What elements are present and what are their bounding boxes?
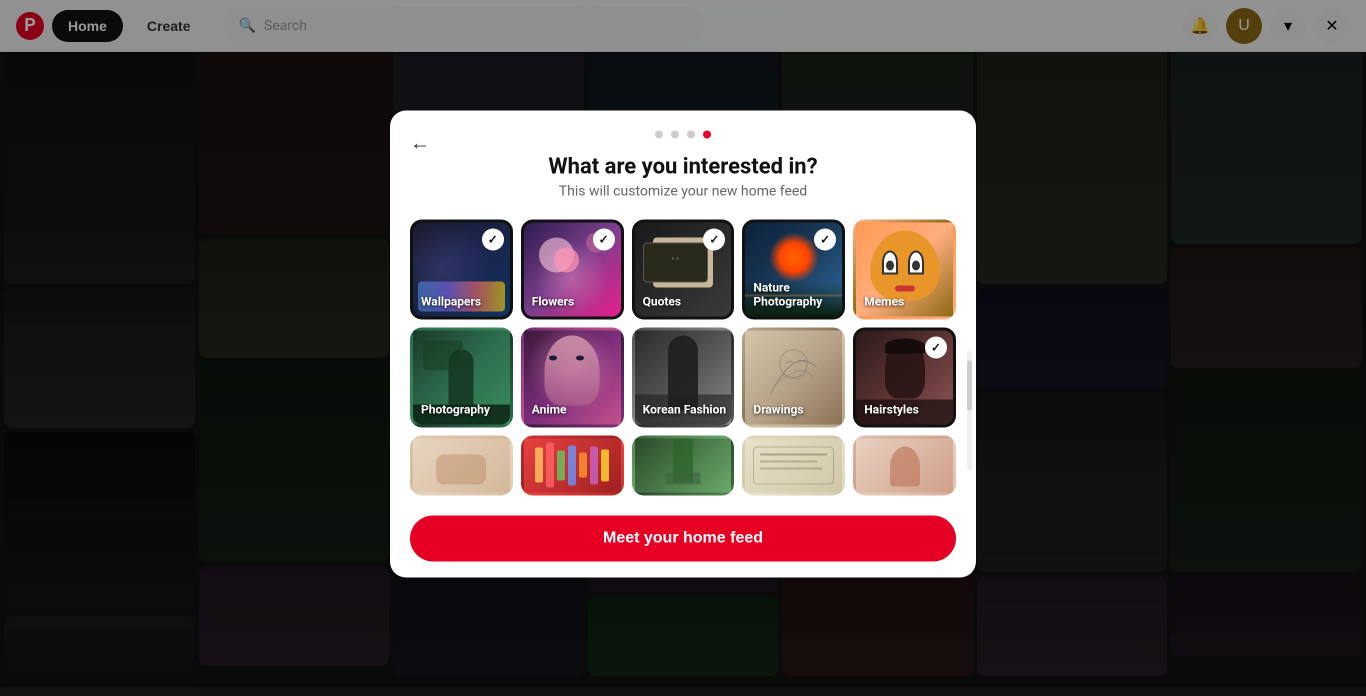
step-dot-4 (703, 130, 711, 138)
check-badge-wallpapers: ✓ (482, 228, 504, 250)
category-label-quotes: Quotes (643, 294, 681, 308)
category-label-hairstyles: Hairstyles (864, 402, 919, 416)
category-nature[interactable]: Nature Photography ✓ (742, 219, 845, 319)
category-partial-3[interactable] (632, 435, 735, 495)
step-dot-2 (671, 130, 679, 138)
category-wallpapers[interactable]: Wallpapers ✓ (410, 219, 513, 319)
step-dot-1 (655, 130, 663, 138)
step-indicators (655, 130, 711, 138)
modal-header: ← What are you interested in? This will … (390, 110, 976, 211)
category-photography[interactable]: Photography (410, 327, 513, 427)
category-label-photography: Photography (421, 402, 490, 416)
modal-subtitle: This will customize your new home feed (559, 183, 807, 199)
category-label-wallpapers: Wallpapers (421, 294, 481, 308)
category-partial-5[interactable] (853, 435, 956, 495)
modal-footer: Meet your home feed (390, 503, 976, 561)
category-label-anime: Anime (532, 402, 567, 416)
category-korean-fashion[interactable]: Korean Fashion (632, 327, 735, 427)
modal-title: What are you interested in? (548, 154, 817, 179)
category-partial-2[interactable] (521, 435, 624, 495)
interests-modal: ← What are you interested in? This will … (390, 110, 976, 577)
categories-wrapper[interactable]: Wallpapers ✓ Flowers ✓ " (390, 211, 976, 503)
category-partial-4[interactable] (742, 435, 845, 495)
check-badge-flowers: ✓ (593, 228, 615, 250)
category-partial-1[interactable] (410, 435, 513, 495)
category-label-memes: Memes (864, 294, 904, 308)
category-label-korean-fashion: Korean Fashion (643, 402, 727, 416)
check-badge-nature: ✓ (814, 228, 836, 250)
category-label-flowers: Flowers (532, 294, 574, 308)
category-hairstyles[interactable]: Hairstyles ✓ (853, 327, 956, 427)
category-label-drawings: Drawings (753, 402, 803, 416)
drawing-sketch (755, 340, 832, 409)
category-flowers[interactable]: Flowers ✓ (521, 219, 624, 319)
category-quotes[interactable]: " " Quotes ✓ (632, 219, 735, 319)
step-dot-3 (687, 130, 695, 138)
check-badge-quotes: ✓ (703, 228, 725, 250)
categories-grid: Wallpapers ✓ Flowers ✓ " (410, 219, 956, 495)
check-badge-hairstyles: ✓ (925, 336, 947, 358)
meet-feed-button[interactable]: Meet your home feed (410, 515, 956, 561)
category-anime[interactable]: Anime (521, 327, 624, 427)
category-memes[interactable]: Memes (853, 219, 956, 319)
scrollbar-thumb[interactable] (967, 360, 972, 410)
category-label-nature: Nature Photography (753, 280, 842, 308)
scrollbar-track[interactable] (967, 350, 972, 470)
back-button[interactable]: ← (410, 132, 430, 155)
category-drawings[interactable]: Drawings (742, 327, 845, 427)
